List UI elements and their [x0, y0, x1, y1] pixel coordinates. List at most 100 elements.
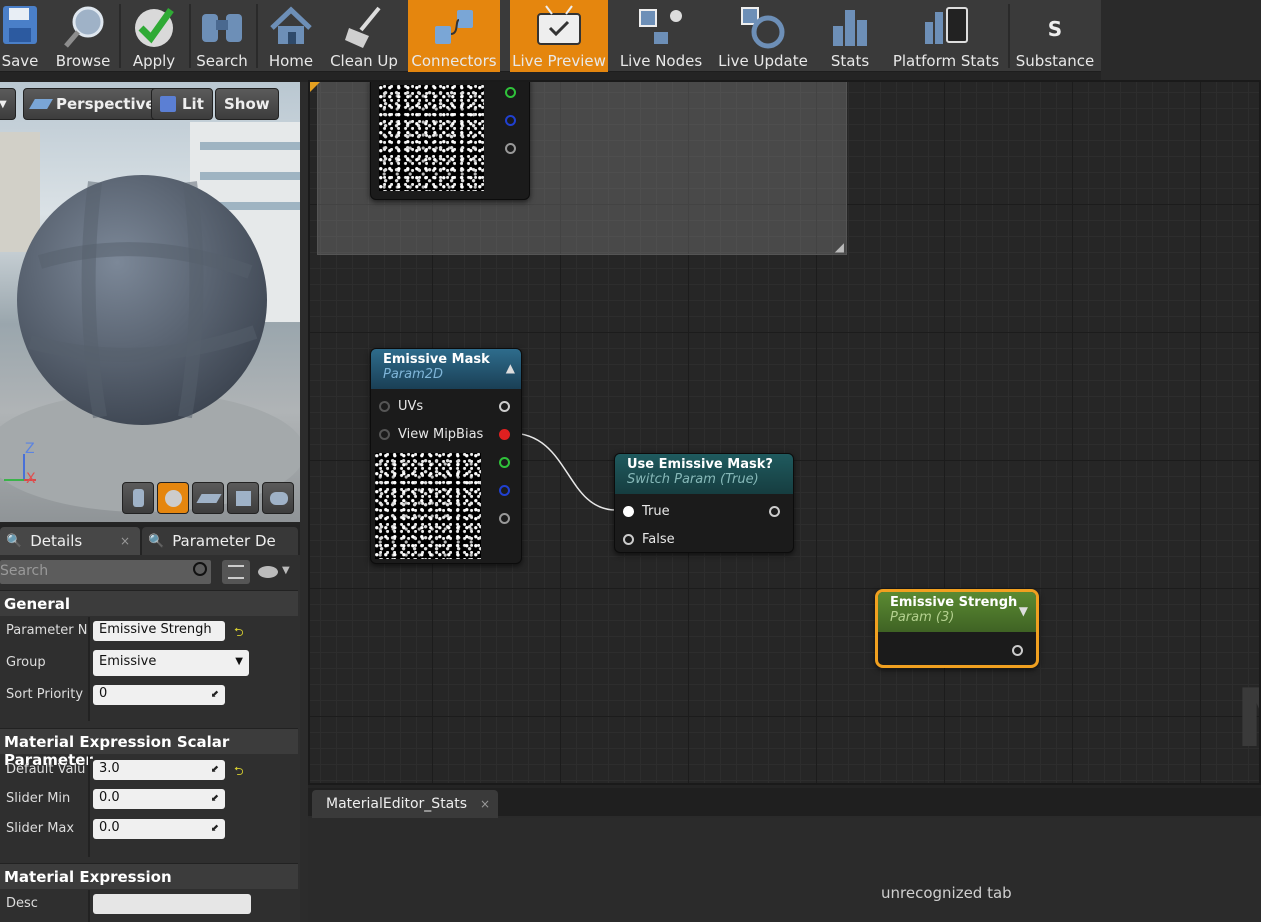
tab-details[interactable]: 🔍 Details ×	[0, 527, 140, 555]
switch-node-header[interactable]: Use Emissive Mask? Switch Param (True)	[615, 454, 793, 494]
preview-sphere-button[interactable]	[157, 482, 189, 514]
viewport-options-button[interactable]: ▼	[0, 88, 16, 120]
stats-icon	[833, 10, 867, 46]
clean-up-button[interactable]: Clean Up	[326, 0, 402, 72]
live-nodes-icon	[639, 9, 682, 44]
output-pin-rgb[interactable]	[499, 401, 510, 412]
tab-close-icon[interactable]: ×	[480, 797, 490, 811]
connectors-button[interactable]: Connectors	[408, 0, 500, 72]
browse-icon	[64, 6, 104, 48]
strength-node-subtitle: Param (3)	[890, 610, 955, 625]
slider-max-field[interactable]: 0.0 ⬋	[93, 819, 225, 839]
group-value: Emissive	[99, 654, 157, 669]
strength-node-header[interactable]: Emissive Strengh Param (3) ▼	[878, 592, 1036, 632]
substance-button[interactable]: S Substance	[1012, 0, 1098, 72]
graph-watermark: M	[1235, 672, 1259, 765]
show-button[interactable]: Show	[215, 88, 279, 120]
reset-to-default-icon[interactable]: ⮌	[234, 623, 244, 644]
desc-field[interactable]	[93, 894, 251, 914]
emissive-mask-header[interactable]: Emissive Mask Param2D ▲	[371, 349, 521, 389]
svg-text:S: S	[1048, 17, 1062, 41]
tab-parameter-defaults[interactable]: 🔍 Parameter De	[142, 527, 298, 555]
pin-uvs-label: UVs	[398, 399, 424, 414]
tab-close-icon[interactable]: ×	[120, 534, 130, 548]
output-pin-g[interactable]	[499, 457, 510, 468]
output-pin[interactable]	[1012, 645, 1023, 656]
tab-details-label: Details	[30, 532, 83, 550]
pin-false[interactable]: False	[623, 532, 675, 547]
sort-priority-label: Sort Priority	[6, 687, 84, 702]
output-pin-a[interactable]	[499, 513, 510, 524]
parameter-name-label: Parameter N	[6, 623, 88, 638]
apply-button[interactable]: Apply	[126, 0, 182, 72]
emissive-mask-title: Emissive Mask	[383, 352, 490, 367]
group-combo[interactable]: Emissive ▼	[93, 650, 249, 676]
default-value-field[interactable]: 3.0 ⬋	[93, 760, 225, 780]
perspective-label: Perspective	[56, 95, 156, 113]
preview-cube-button[interactable]	[227, 482, 259, 514]
pin-true[interactable]: True	[623, 504, 670, 519]
teapot-icon	[270, 492, 288, 505]
search-placeholder: Search	[0, 563, 49, 579]
default-value-value: 3.0	[99, 761, 120, 776]
sort-priority-field[interactable]: 0 ⬋	[93, 685, 225, 705]
panel-splitter[interactable]	[300, 82, 308, 922]
live-preview-button[interactable]: Live Preview	[510, 0, 608, 72]
lit-label: Lit	[182, 95, 204, 113]
input-pin-icon[interactable]	[623, 534, 634, 545]
input-pin-icon[interactable]	[379, 429, 390, 440]
save-icon	[3, 6, 37, 44]
texture-preview	[375, 453, 481, 559]
search-icon	[193, 562, 207, 576]
search-button[interactable]: Search	[194, 0, 250, 72]
material-graph[interactable]: ◢ Emissive Mask Param2D ▲ UVs View MipBi…	[308, 80, 1261, 785]
output-pin-r[interactable]	[499, 429, 510, 440]
preview-viewport[interactable]: Z X ▼ Perspective Lit Show	[0, 82, 300, 522]
show-label: Show	[224, 95, 270, 113]
search-icon	[202, 14, 242, 42]
apply-icon	[135, 7, 174, 47]
stats-button[interactable]: Stats	[818, 0, 882, 72]
parameter-name-field[interactable]: Emissive Strengh	[93, 621, 225, 641]
preview-cylinder-button[interactable]	[122, 482, 154, 514]
section-general-label: General	[4, 595, 70, 613]
preview-scene	[0, 122, 300, 512]
visibility-dropdown[interactable]: ▼	[256, 563, 296, 583]
pin-view-mipbias[interactable]: View MipBias	[379, 427, 483, 442]
preview-plane-button[interactable]	[192, 482, 224, 514]
collapse-arrow-icon[interactable]: ▲	[506, 361, 515, 375]
save-button[interactable]: Save	[0, 0, 40, 72]
section-material-expression[interactable]: Material Expression	[0, 863, 298, 889]
slider-min-field[interactable]: 0.0 ⬋	[93, 789, 225, 809]
home-button[interactable]: Home	[262, 0, 320, 72]
stats-tab-label: MaterialEditor_Stats	[326, 796, 468, 812]
reset-to-default-icon[interactable]: ⮌	[234, 762, 244, 783]
emissive-mask-node[interactable]: Emissive Mask Param2D ▲ UVs View MipBias	[370, 348, 522, 564]
search-input[interactable]: Search	[0, 560, 211, 584]
live-nodes-button[interactable]: Live Nodes	[614, 0, 708, 72]
output-pin-b[interactable]	[499, 485, 510, 496]
section-scalar-parameter[interactable]: Material Expression Scalar Parameter	[0, 728, 298, 769]
collapse-arrow-icon[interactable]: ▼	[1019, 604, 1028, 618]
spin-arrow-icon: ⬋	[210, 823, 219, 834]
use-emissive-mask-node[interactable]: Use Emissive Mask? Switch Param (True) T…	[614, 453, 794, 553]
lit-button[interactable]: Lit	[151, 88, 213, 120]
output-pin[interactable]	[769, 506, 780, 517]
desc-label: Desc	[6, 896, 38, 911]
input-pin-icon[interactable]	[379, 401, 390, 412]
section-general[interactable]: General	[0, 590, 298, 616]
emissive-strength-node[interactable]: Emissive Strengh Param (3) ▼	[875, 589, 1039, 668]
perspective-button[interactable]: Perspective	[23, 88, 165, 120]
live-update-button[interactable]: Live Update	[716, 0, 810, 72]
tab-materialeditor-stats[interactable]: MaterialEditor_Stats ×	[312, 790, 498, 818]
browse-button[interactable]: Browse	[52, 0, 114, 72]
platform-stats-button[interactable]: Platform Stats	[890, 0, 1002, 72]
pin-uvs[interactable]: UVs	[379, 399, 423, 414]
input-pin-icon[interactable]	[623, 506, 634, 517]
sort-priority-value: 0	[99, 686, 108, 701]
platform-stats-icon	[925, 7, 968, 44]
spin-arrow-icon: ⬋	[210, 793, 219, 804]
live-update-icon	[741, 7, 785, 49]
preview-mesh-button[interactable]	[262, 482, 294, 514]
view-options-button[interactable]	[222, 560, 250, 584]
